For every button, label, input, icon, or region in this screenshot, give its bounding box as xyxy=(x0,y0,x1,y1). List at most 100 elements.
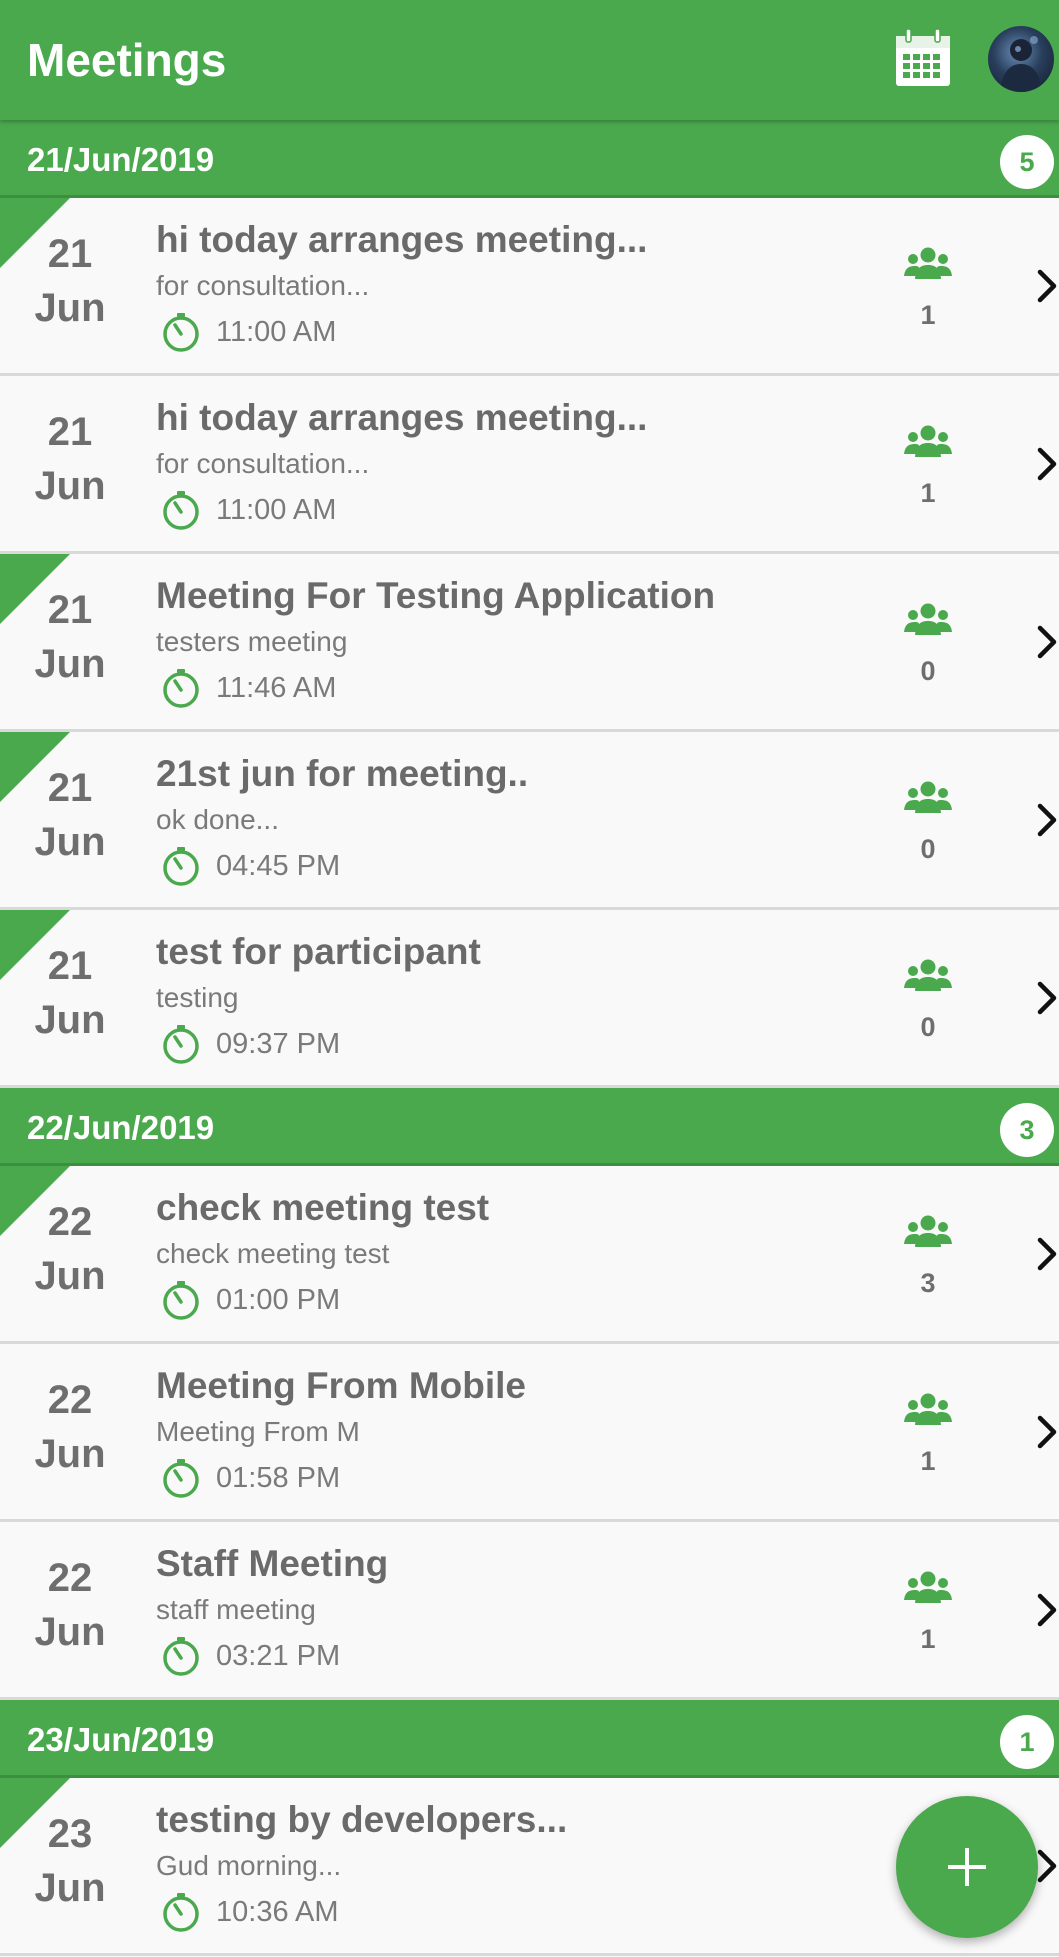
meeting-row[interactable]: 22 Jun check meeting test check meeting tes… xyxy=(0,1166,1059,1344)
chevron-right-icon[interactable] xyxy=(1036,446,1059,482)
meeting-description: check meeting test xyxy=(156,1238,390,1269)
chevron-right-icon[interactable] xyxy=(1036,1414,1059,1450)
meeting-day: 21 xyxy=(47,766,93,810)
meeting-title: Meeting From Mobile xyxy=(156,1365,526,1406)
participant-count: 0 xyxy=(920,1012,936,1042)
meeting-row[interactable]: 21 Jun hi today arranges meeting... for con… xyxy=(0,198,1059,376)
meeting-description: ok done... xyxy=(156,804,279,835)
meeting-row[interactable]: 21 Jun test for participant testing 09:37 PM… xyxy=(0,910,1059,1088)
add-meeting-button[interactable] xyxy=(896,1796,1038,1938)
meeting-time-label: 11:46 AM xyxy=(216,672,337,704)
meeting-title: Staff Meeting xyxy=(156,1543,389,1584)
meeting-date: 22 Jun xyxy=(0,1374,140,1482)
meeting-row[interactable]: 21 Jun Meeting For Testing Application test… xyxy=(0,554,1059,732)
meeting-date: 21 Jun xyxy=(0,406,140,514)
people-icon xyxy=(903,780,953,816)
group-date-label: 21/Jun/2019 xyxy=(27,141,215,178)
clock-icon xyxy=(160,1891,202,1933)
app-bar: Meetings xyxy=(0,0,1059,120)
meeting-month: Jun xyxy=(34,1254,106,1298)
meeting-row[interactable]: 21 Jun 21st jun for meeting.. ok done... 04:… xyxy=(0,732,1059,910)
meeting-date: 21 Jun xyxy=(0,940,140,1048)
meeting-title: hi today arranges meeting... xyxy=(156,397,648,438)
meeting-row[interactable]: 21 Jun hi today arranges meeting... for con… xyxy=(0,376,1059,554)
meeting-time: 01:58 PM xyxy=(160,1456,340,1500)
people-icon xyxy=(903,1392,953,1428)
meeting-row[interactable]: 22 Jun Staff Meeting staff meeting 03:21 PM 1 xyxy=(0,1522,1059,1700)
chevron-right-icon[interactable] xyxy=(1036,1592,1059,1628)
meeting-description: testers meeting xyxy=(156,626,348,657)
clock-icon xyxy=(160,311,202,353)
participant-count: 0 xyxy=(920,834,936,864)
participant-count: 1 xyxy=(920,1624,936,1654)
meeting-date: 21 Jun xyxy=(0,228,140,336)
date-group-header: 23/Jun/2019 1 xyxy=(0,1700,1059,1778)
meeting-time: 01:00 PM xyxy=(160,1278,340,1322)
group-date-label: 23/Jun/2019 xyxy=(27,1721,215,1758)
meeting-row[interactable]: 22 Jun Meeting From Mobile Meeting From M 01… xyxy=(0,1344,1059,1522)
meeting-day: 22 xyxy=(47,1200,93,1244)
clock-icon xyxy=(160,1635,202,1677)
chevron-right-icon[interactable] xyxy=(1036,980,1059,1016)
avatar[interactable] xyxy=(988,26,1054,92)
chevron-right-icon[interactable] xyxy=(1036,1848,1059,1884)
meeting-count-badge: 5 xyxy=(1000,135,1054,189)
people-icon xyxy=(903,1214,953,1250)
meeting-description: Gud morning... xyxy=(156,1850,342,1881)
meeting-title: testing by developers... xyxy=(156,1799,568,1840)
meeting-month: Jun xyxy=(34,1610,106,1654)
meeting-title: Meeting For Testing Application xyxy=(156,575,716,616)
clock-icon xyxy=(160,1457,202,1499)
chevron-right-icon[interactable] xyxy=(1036,624,1059,660)
meeting-month: Jun xyxy=(34,998,106,1042)
participant-count: 0 xyxy=(920,656,936,686)
meeting-time-label: 01:00 PM xyxy=(216,1284,341,1316)
clock-icon xyxy=(160,667,202,709)
meeting-description: testing xyxy=(156,982,239,1013)
meeting-time-label: 11:00 AM xyxy=(216,316,337,348)
meeting-month: Jun xyxy=(34,820,106,864)
meeting-date: 21 Jun xyxy=(0,584,140,692)
chevron-right-icon[interactable] xyxy=(1036,268,1059,304)
people-icon xyxy=(903,1570,953,1606)
meeting-title: test for participant xyxy=(156,931,481,972)
participant-count: 1 xyxy=(920,1446,936,1476)
clock-icon xyxy=(160,489,202,531)
meeting-title: check meeting test xyxy=(156,1187,490,1228)
meeting-time-label: 03:21 PM xyxy=(216,1640,341,1672)
meeting-day: 23 xyxy=(47,1812,93,1856)
meeting-title: 21st jun for meeting.. xyxy=(156,753,529,794)
meeting-month: Jun xyxy=(34,464,106,508)
meeting-time: 11:46 AM xyxy=(160,666,336,710)
meeting-month: Jun xyxy=(34,286,106,330)
meeting-month: Jun xyxy=(34,1866,106,1910)
meeting-day: 22 xyxy=(47,1556,93,1600)
meeting-time-label: 04:45 PM xyxy=(216,850,341,882)
meeting-month: Jun xyxy=(34,642,106,686)
clock-icon xyxy=(160,1279,202,1321)
people-icon xyxy=(903,424,953,460)
meeting-date: 21 Jun xyxy=(0,762,140,870)
participant-count: 1 xyxy=(920,300,936,330)
meeting-description: for consultation... xyxy=(156,270,370,301)
meeting-count-badge: 1 xyxy=(1000,1715,1054,1769)
meeting-time: 03:21 PM xyxy=(160,1634,340,1678)
participant-count: 1 xyxy=(920,478,936,508)
meeting-date: 22 Jun xyxy=(0,1552,140,1660)
meeting-description: staff meeting xyxy=(156,1594,316,1625)
meeting-date: 22 Jun xyxy=(0,1196,140,1304)
meeting-count-badge: 3 xyxy=(1000,1103,1054,1157)
meeting-time-label: 11:00 AM xyxy=(216,494,337,526)
meeting-title: hi today arranges meeting... xyxy=(156,219,648,260)
calendar-icon[interactable] xyxy=(890,26,956,92)
chevron-right-icon[interactable] xyxy=(1036,802,1059,838)
meeting-time-label: 10:36 AM xyxy=(216,1896,339,1928)
meeting-time: 09:37 PM xyxy=(160,1022,340,1066)
chevron-right-icon[interactable] xyxy=(1036,1236,1059,1272)
meeting-list: 21/Jun/2019 5 21 Jun hi today arranges meeti… xyxy=(0,120,1059,1956)
meeting-day: 21 xyxy=(47,944,93,988)
participant-count: 3 xyxy=(920,1268,936,1298)
people-icon xyxy=(903,246,953,282)
meeting-description: Meeting From M xyxy=(156,1416,360,1447)
meeting-day: 22 xyxy=(47,1378,93,1422)
